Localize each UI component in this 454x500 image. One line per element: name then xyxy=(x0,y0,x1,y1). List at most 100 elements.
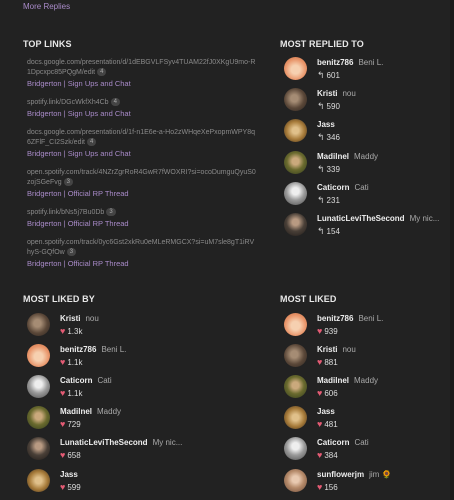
user-name[interactable]: LunaticLeviTheSecond My nic... xyxy=(60,438,182,447)
user-name[interactable]: Kristi nou xyxy=(317,345,356,354)
avatar[interactable] xyxy=(27,469,50,492)
most-liked-title: MOST LIKED xyxy=(280,294,337,304)
reply-icon: ↰ xyxy=(317,195,325,205)
user-name[interactable]: Caticorn Cati xyxy=(317,183,369,192)
avatar[interactable] xyxy=(284,119,307,142)
like-count: ♥ 1.1k xyxy=(60,357,83,367)
user-name[interactable]: Kristi nou xyxy=(60,314,99,323)
heart-icon: ♥ xyxy=(317,482,323,492)
reply-icon: ↰ xyxy=(317,132,325,142)
user-name[interactable]: Madilnel Maddy xyxy=(317,152,378,161)
link-topic[interactable]: Bridgerton | Official RP Thread xyxy=(27,188,257,199)
link-item: open.spotify.com/track/4NZrZgrRoR4GwR7fW… xyxy=(27,168,257,199)
scrollbar[interactable] xyxy=(450,0,454,500)
heart-icon: ♥ xyxy=(60,450,66,460)
avatar[interactable] xyxy=(284,469,307,492)
user-name[interactable]: Madilnel Maddy xyxy=(317,376,378,385)
link-url[interactable]: open.spotify.com/track/0yc6Gst2xkRu0eMLe… xyxy=(27,238,257,258)
link-topic[interactable]: Bridgerton | Sign Ups and Chat xyxy=(27,78,257,89)
avatar[interactable] xyxy=(284,375,307,398)
heart-icon: ♥ xyxy=(60,482,66,492)
avatar[interactable] xyxy=(284,313,307,336)
avatar[interactable] xyxy=(27,437,50,460)
avatar[interactable] xyxy=(284,213,307,236)
heart-icon: ♥ xyxy=(317,388,323,398)
user-name[interactable]: Caticorn Cati xyxy=(317,438,369,447)
like-count: ♥ 156 xyxy=(317,482,338,492)
avatar[interactable] xyxy=(284,151,307,174)
like-count: ♥ 481 xyxy=(317,419,338,429)
avatar[interactable] xyxy=(27,406,50,429)
click-count-badge: 4 xyxy=(97,68,107,76)
avatar[interactable] xyxy=(284,437,307,460)
link-url[interactable]: open.spotify.com/track/4NZrZgrRoR4GwR7fW… xyxy=(27,168,257,188)
link-url[interactable]: docs.google.com/presentation/d/1f-n1E6e-… xyxy=(27,128,257,148)
like-count: ♥ 939 xyxy=(317,326,338,336)
user-name[interactable]: benitz786 Beni L. xyxy=(60,345,126,354)
user-name[interactable]: sunflowerjm jim 🌻 xyxy=(317,470,392,479)
top-links-title: TOP LINKS xyxy=(23,39,72,49)
avatar[interactable] xyxy=(284,344,307,367)
avatar[interactable] xyxy=(27,344,50,367)
link-topic[interactable]: Bridgerton | Sign Ups and Chat xyxy=(27,148,257,159)
click-count-badge: 3 xyxy=(66,248,77,256)
reply-icon: ↰ xyxy=(317,226,325,236)
heart-icon: ♥ xyxy=(317,357,323,367)
reply-icon: ↰ xyxy=(317,70,325,80)
reply-count: ↰ 339 xyxy=(317,164,340,174)
reply-count: ↰ 590 xyxy=(317,101,340,111)
heart-icon: ♥ xyxy=(60,326,66,336)
link-item: open.spotify.com/track/0yc6Gst2xkRu0eMLe… xyxy=(27,238,257,269)
reply-count: ↰ 601 xyxy=(317,70,340,80)
user-name[interactable]: Caticorn Cati xyxy=(60,376,112,385)
click-count-badge: 4 xyxy=(86,138,97,146)
user-name[interactable]: benitz786 Beni L. xyxy=(317,58,383,67)
avatar[interactable] xyxy=(284,182,307,205)
more-replies-link[interactable]: More Replies xyxy=(23,2,70,11)
link-item: docs.google.com/presentation/d/1dEBGVLFS… xyxy=(27,58,257,89)
like-count: ♥ 606 xyxy=(317,388,338,398)
link-url[interactable]: spotify.link/bNs5j7Bu0Db 3 xyxy=(27,208,257,218)
click-count-badge: 3 xyxy=(63,178,73,186)
like-count: ♥ 729 xyxy=(60,419,81,429)
heart-icon: ♥ xyxy=(60,388,66,398)
avatar[interactable] xyxy=(27,313,50,336)
like-count: ♥ 1.1k xyxy=(60,388,83,398)
user-name[interactable]: LunaticLeviTheSecond My nic... xyxy=(317,214,439,223)
click-count-badge: 3 xyxy=(106,208,116,216)
heart-icon: ♥ xyxy=(60,419,66,429)
reply-icon: ↰ xyxy=(317,101,325,111)
reply-count: ↰ 154 xyxy=(317,226,340,236)
user-name[interactable]: Jass xyxy=(60,470,83,479)
avatar[interactable] xyxy=(27,375,50,398)
heart-icon: ♥ xyxy=(317,419,323,429)
user-name[interactable]: benitz786 Beni L. xyxy=(317,314,383,323)
link-item: spotify.link/bNs5j7Bu0Db 3 Bridgerton | O… xyxy=(27,208,257,229)
link-url[interactable]: spotify.link/DGcWkfXh4Cb 4 xyxy=(27,98,257,108)
link-url[interactable]: docs.google.com/presentation/d/1dEBGVLFS… xyxy=(27,58,257,78)
most-replied-to-title: MOST REPLIED TO xyxy=(280,39,364,49)
like-count: ♥ 384 xyxy=(317,450,338,460)
heart-icon: ♥ xyxy=(317,326,323,336)
user-name[interactable]: Jass xyxy=(317,120,340,129)
avatar[interactable] xyxy=(284,88,307,111)
link-topic[interactable]: Bridgerton | Official RP Thread xyxy=(27,258,257,269)
link-topic[interactable]: Bridgerton | Sign Ups and Chat xyxy=(27,108,257,119)
reply-icon: ↰ xyxy=(317,164,325,174)
most-liked-by-title: MOST LIKED BY xyxy=(23,294,95,304)
link-item: spotify.link/DGcWkfXh4Cb 4 Bridgerton | S… xyxy=(27,98,257,119)
reply-count: ↰ 231 xyxy=(317,195,340,205)
user-name[interactable]: Jass xyxy=(317,407,340,416)
heart-icon: ♥ xyxy=(317,450,323,460)
user-name[interactable]: Kristi nou xyxy=(317,89,356,98)
reply-count: ↰ 346 xyxy=(317,132,340,142)
like-count: ♥ 881 xyxy=(317,357,338,367)
like-count: ♥ 599 xyxy=(60,482,81,492)
like-count: ♥ 1.3k xyxy=(60,326,83,336)
link-topic[interactable]: Bridgerton | Official RP Thread xyxy=(27,218,257,229)
user-name[interactable]: Madilnel Maddy xyxy=(60,407,121,416)
like-count: ♥ 658 xyxy=(60,450,81,460)
avatar[interactable] xyxy=(284,406,307,429)
click-count-badge: 4 xyxy=(110,98,120,106)
avatar[interactable] xyxy=(284,57,307,80)
